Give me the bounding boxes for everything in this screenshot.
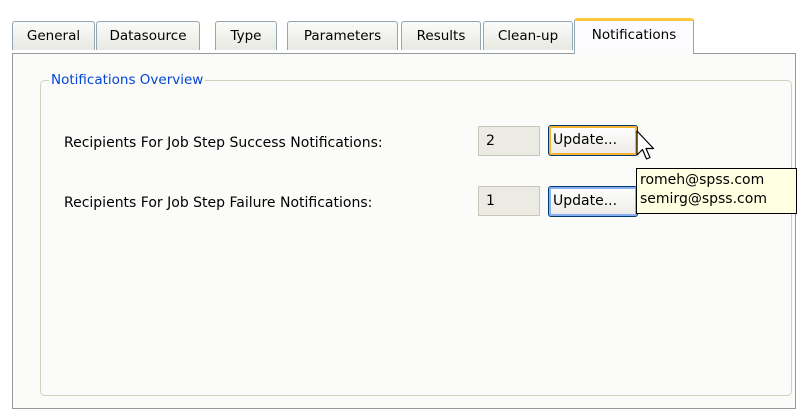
tab-parameters[interactable]: Parameters <box>287 21 398 50</box>
tab-type[interactable]: Type <box>215 21 277 50</box>
tab-datasource[interactable]: Datasource <box>96 21 200 50</box>
tab-label: Notifications <box>591 27 677 43</box>
failure-recipient-count: 1 <box>478 186 540 216</box>
update-success-recipients-button[interactable]: Update... <box>548 125 638 156</box>
tooltip-line: romeh@spss.com <box>640 172 765 188</box>
tab-general[interactable]: General <box>12 21 95 50</box>
failure-recipients-label: Recipients For Job Step Failure Notifica… <box>64 195 373 211</box>
update-failure-recipients-button[interactable]: Update... <box>548 186 638 217</box>
tab-notifications[interactable]: Notifications <box>574 18 694 54</box>
group-title: Notifications Overview <box>49 72 206 88</box>
tab-label: Results <box>416 28 466 44</box>
success-recipients-label: Recipients For Job Step Success Notifica… <box>64 135 383 151</box>
recipients-tooltip: romeh@spss.com semirg@spss.com <box>636 168 797 214</box>
mouse-pointer-icon <box>636 130 655 160</box>
tooltip-line: semirg@spss.com <box>640 191 767 207</box>
tab-results[interactable]: Results <box>401 21 481 50</box>
notifications-dialog: General Datasource Type Parameters Resul… <box>0 0 797 420</box>
success-recipient-count: 2 <box>478 126 540 156</box>
tab-content-panel: Notifications Overview Recipients For Jo… <box>12 53 796 409</box>
notifications-overview-group <box>40 80 792 396</box>
tab-label: Datasource <box>109 28 187 44</box>
tab-label: Parameters <box>303 28 382 44</box>
tab-label: General <box>26 28 81 44</box>
tab-label: Type <box>230 28 262 44</box>
tab-label: Clean-up <box>497 28 559 44</box>
tab-clean-up[interactable]: Clean-up <box>483 21 573 50</box>
